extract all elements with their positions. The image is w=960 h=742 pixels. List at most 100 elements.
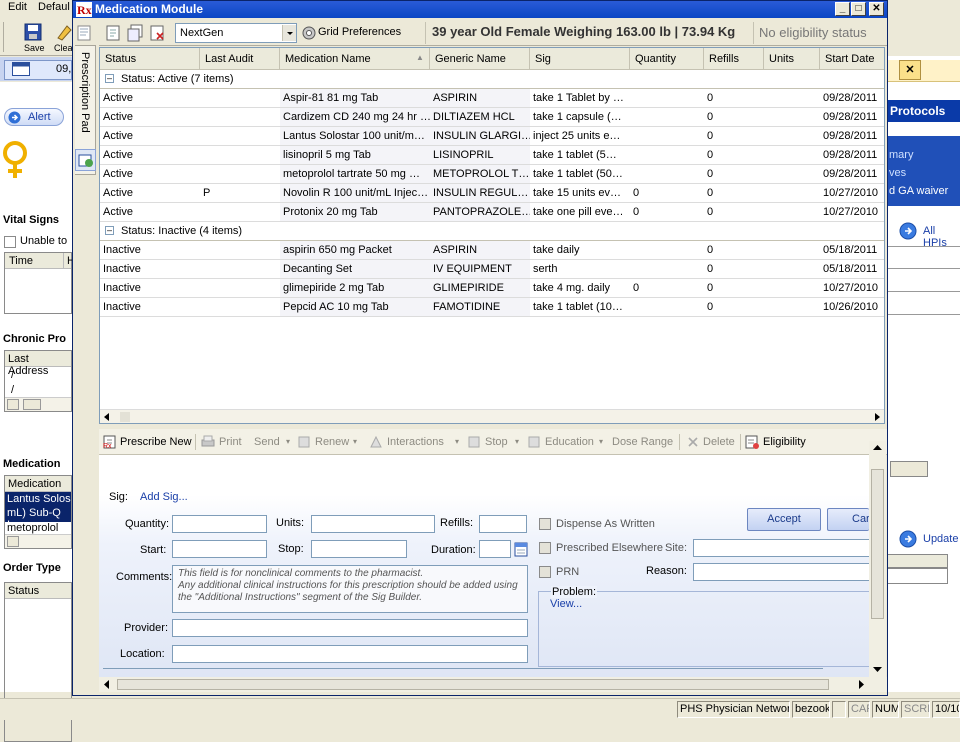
table-row[interactable]: Active metoprolol tartrate 50 mg … METOPRO… (100, 165, 884, 184)
add-sig-link[interactable]: Add Sig... (140, 491, 188, 503)
new-rx-icon[interactable] (105, 24, 123, 42)
ga-waiver-link[interactable]: d GA waiver (889, 185, 948, 197)
stop-button[interactable]: Stop (485, 429, 508, 455)
table-row[interactable]: Inactive Pepcid AC 10 mg Tab FAMOTIDINE tak… (100, 298, 884, 317)
update-link[interactable]: Update (923, 533, 958, 545)
print-button[interactable]: Print (219, 429, 242, 455)
table-row[interactable]: Active Lantus Solostar 100 unit/m… INSULIN… (100, 127, 884, 146)
location-field[interactable] (172, 645, 528, 663)
table-row[interactable]: Active Aspir-81 81 mg Tab ASPIRIN take 1 Ta… (100, 89, 884, 108)
unable-checkbox[interactable] (4, 236, 16, 248)
clear-button-label[interactable]: Clea (54, 43, 73, 53)
dose-range-button[interactable]: Dose Range (612, 429, 673, 455)
table-row[interactable]: Inactive glimepiride 2 mg Tab GLIMEPIRIDE t… (100, 279, 884, 298)
scroll-down-icon[interactable] (872, 664, 883, 674)
table-row[interactable]: Inactive Decanting Set IV EQUIPMENT serth 0 0… (100, 260, 884, 279)
col-sig[interactable]: Sig (530, 48, 630, 70)
education-button[interactable]: Education (545, 429, 594, 455)
quantity-field[interactable] (172, 515, 267, 533)
view-problem-link[interactable]: View... (550, 598, 582, 610)
table-row[interactable]: Active Protonix 20 mg Tab PANTOPRAZOLE… tak… (100, 203, 884, 222)
interactions-dropdown-icon[interactable]: ▾ (455, 429, 459, 455)
refills-field[interactable] (479, 515, 527, 533)
collapse-icon[interactable]: – (105, 226, 114, 235)
prescribed-elsewhere-checkbox[interactable] (539, 542, 551, 554)
form-vertical-scrollbar[interactable] (869, 441, 886, 677)
cancel-button[interactable]: Car (827, 508, 870, 531)
col-units[interactable]: Units (764, 48, 820, 70)
grid-horizontal-scrollbar[interactable] (100, 409, 884, 423)
title-bar[interactable]: Rx Medication Module _ □ ✕ (73, 1, 887, 18)
scroll-right-icon[interactable] (856, 679, 867, 690)
accept-button[interactable]: Accept (747, 508, 821, 531)
prescription-pad-icon[interactable] (76, 25, 94, 41)
renew-dropdown-icon[interactable]: ▾ (353, 429, 357, 455)
group-row[interactable]: – Status: Inactive (4 items) (100, 222, 884, 241)
alert-button[interactable]: Alert (4, 108, 64, 126)
medication-scrollbar[interactable] (5, 534, 71, 548)
prescribe-new-button[interactable]: Prescribe New (120, 429, 192, 455)
col-quantity[interactable]: Quantity (630, 48, 704, 70)
print-icon[interactable] (201, 435, 215, 449)
duration-field[interactable] (479, 540, 511, 558)
medication-row-selected[interactable]: Lantus Solos (7, 493, 71, 505)
chevron-down-icon[interactable] (282, 25, 296, 41)
prescribe-new-icon[interactable]: Rx (103, 435, 117, 449)
col-refills[interactable]: Refills (704, 48, 764, 70)
interactions-button[interactable]: Interactions (387, 429, 444, 455)
reason-field[interactable] (693, 563, 869, 581)
update-arrow-icon[interactable] (899, 530, 917, 548)
maximize-button[interactable]: □ (851, 2, 866, 16)
eligibility-button[interactable]: Eligibility (763, 429, 806, 455)
close-button[interactable]: ✕ (869, 2, 884, 16)
interactions-icon[interactable] (369, 435, 383, 449)
education-icon[interactable] (527, 435, 541, 449)
table-row[interactable]: Active Cardizem CD 240 mg 24 hr … DILTIAZE… (100, 108, 884, 127)
table-row[interactable]: Active P Novolin R 100 unit/mL Injec… INSUL… (100, 184, 884, 203)
ves-link[interactable]: ves (889, 167, 906, 179)
background-tab-label[interactable]: 09, (56, 63, 71, 75)
collapse-icon[interactable]: – (105, 74, 114, 83)
gear-icon[interactable] (301, 25, 317, 41)
save-button-label[interactable]: Save (24, 43, 45, 53)
prn-checkbox[interactable] (539, 566, 551, 578)
scroll-right-icon[interactable] (871, 411, 883, 423)
delete-button[interactable]: Delete (703, 429, 735, 455)
education-dropdown-icon[interactable]: ▾ (599, 429, 603, 455)
menu-default[interactable]: Defaul (38, 1, 70, 13)
table-row[interactable]: Inactive aspirin 650 mg Packet ASPIRIN take… (100, 241, 884, 260)
units-field[interactable] (311, 515, 435, 533)
table-row[interactable]: Active lisinopril 5 mg Tab LISINOPRIL take … (100, 146, 884, 165)
comments-field[interactable]: This field is for nonclinical comments t… (172, 565, 528, 613)
grid-preferences-button[interactable]: Grid Preferences (318, 26, 401, 38)
scroll-up-icon[interactable] (872, 443, 883, 453)
site-field[interactable] (693, 539, 869, 557)
group-row[interactable]: – Status: Active (7 items) (100, 70, 884, 89)
scroll-left-icon[interactable] (101, 679, 112, 690)
send-dropdown-icon[interactable]: ▾ (286, 429, 290, 455)
start-date-field[interactable] (172, 540, 267, 558)
stop-dropdown-icon[interactable]: ▾ (515, 429, 519, 455)
side-tab-history[interactable] (75, 149, 96, 171)
summary-link[interactable]: mary (889, 149, 913, 161)
col-generic-name[interactable]: Generic Name (430, 48, 530, 70)
col-last-audit[interactable]: Last Audit (200, 48, 280, 70)
menu-edit[interactable]: Edit (8, 1, 27, 13)
minimize-button[interactable]: _ (835, 2, 850, 16)
form-horizontal-scrollbar[interactable] (99, 677, 887, 692)
renew-button[interactable]: Renew (315, 429, 349, 455)
stop-icon[interactable] (467, 435, 481, 449)
col-status[interactable]: Status (100, 48, 200, 70)
stop-date-field[interactable] (311, 540, 407, 558)
send-button[interactable]: Send (254, 429, 280, 455)
calendar-icon[interactable] (514, 541, 528, 557)
save-icon[interactable] (24, 23, 42, 41)
delete-rx-icon[interactable] (149, 24, 167, 42)
dispense-as-written-checkbox[interactable] (539, 518, 551, 530)
close-icon[interactable]: ✕ (899, 60, 921, 80)
chronic-scrollbar[interactable] (5, 397, 71, 411)
scroll-left-icon[interactable] (101, 411, 113, 423)
all-hpis-arrow-icon[interactable] (899, 222, 917, 240)
col-start-date[interactable]: Start Date (820, 48, 884, 70)
renew-icon[interactable] (297, 435, 311, 449)
